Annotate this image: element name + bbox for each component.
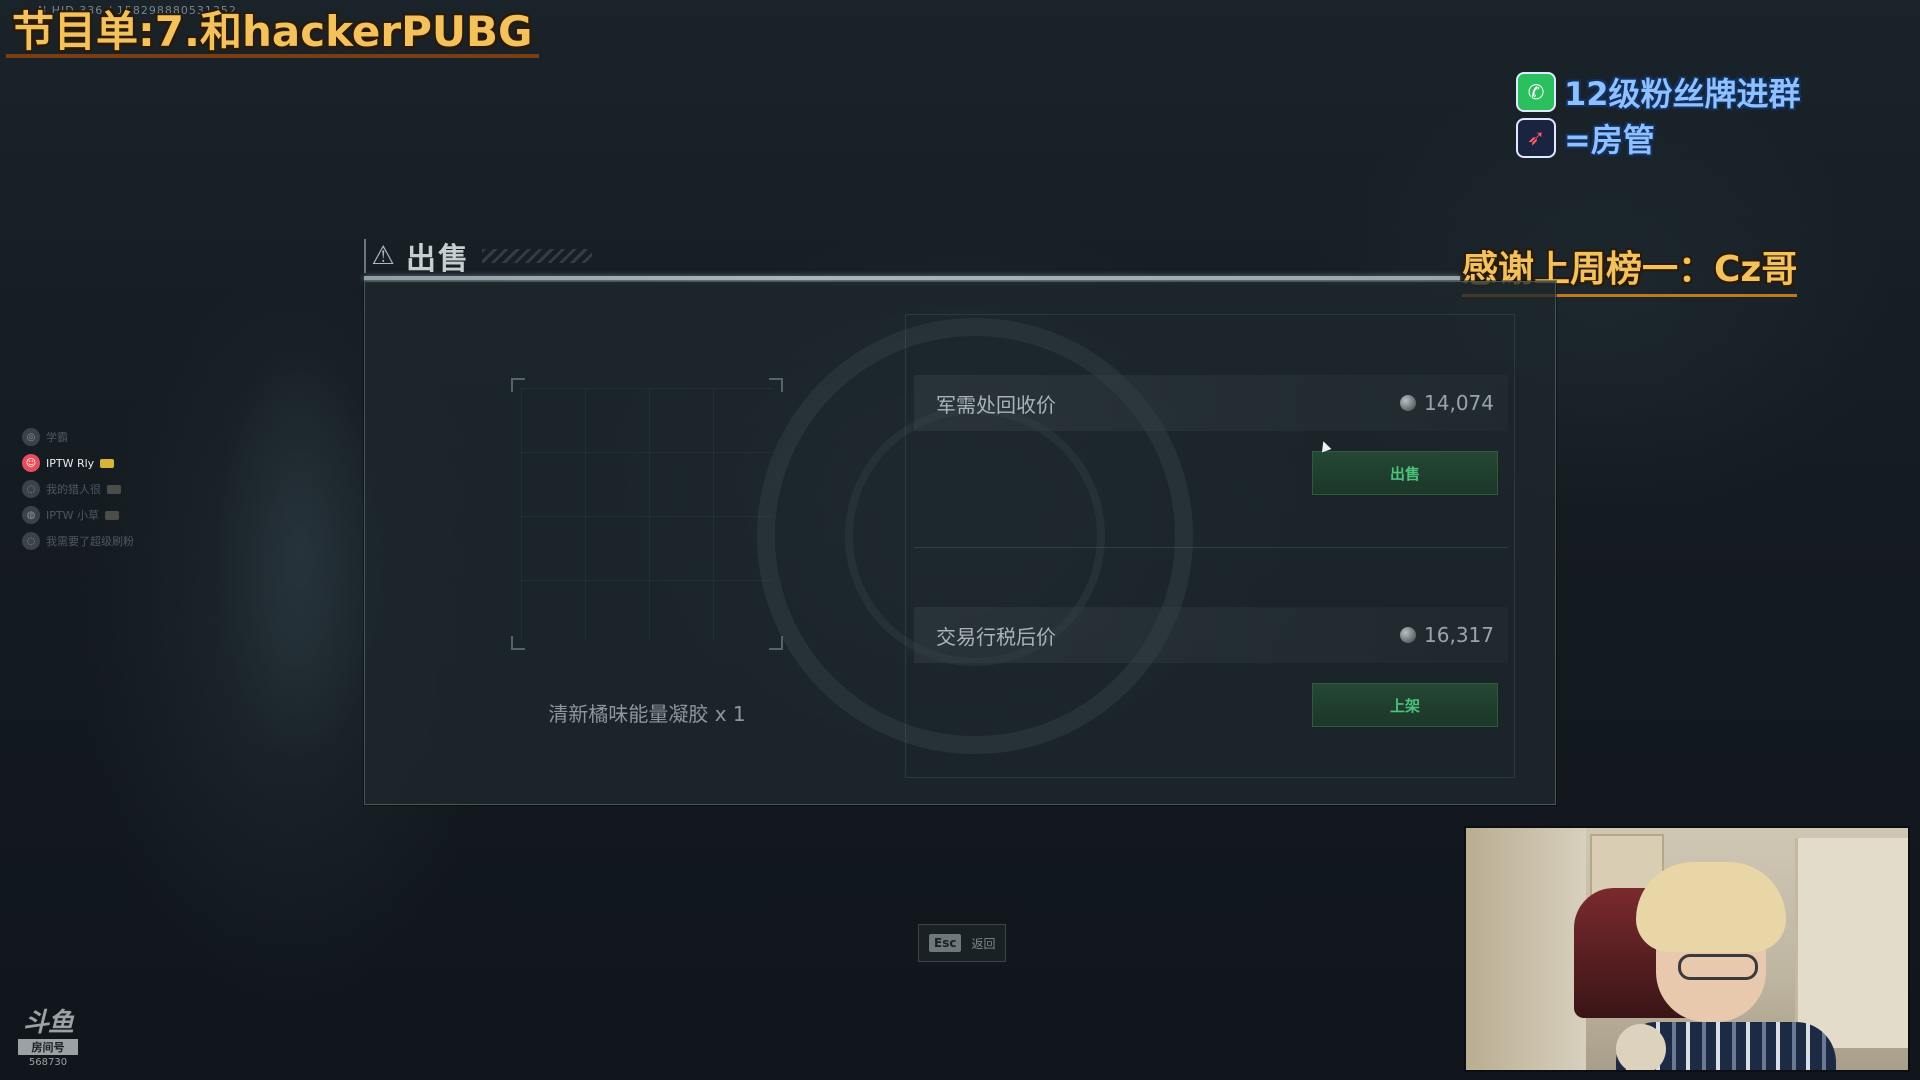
price-panel: 军需处回收价 14,074 出售 交易行税后价 16,317 上架 xyxy=(905,314,1515,778)
frame-corner xyxy=(511,636,525,650)
squad-list: ◎ 学霸 ☺ IPTW Rly ◌ 我的猎人很 ◍ IPTW 小草 ◌ 我需要了… xyxy=(22,424,134,554)
esc-key: Esc xyxy=(929,934,962,952)
recycle-price-value: 14,074 xyxy=(1400,391,1494,415)
item-preview xyxy=(511,378,783,650)
item-grid xyxy=(521,388,773,640)
market-price-value: 16,317 xyxy=(1400,623,1494,647)
header-decoration xyxy=(482,249,592,263)
market-price-label: 交易行税后价 xyxy=(936,625,1056,649)
streamer-hair xyxy=(1636,862,1786,952)
frame-corner xyxy=(769,378,783,392)
douyu-logo: 斗鱼 xyxy=(22,1008,74,1038)
squad-member-name: 我的猎人很 xyxy=(46,483,101,496)
squad-member[interactable]: ◌ 我需要了超级刷粉 xyxy=(22,528,134,554)
squad-member[interactable]: ◌ 我的猎人很 xyxy=(22,476,134,502)
back-hint[interactable]: Esc 返回 xyxy=(918,924,1007,962)
rank-badge xyxy=(107,484,121,494)
sell-button[interactable]: 出售 xyxy=(1312,451,1498,495)
avatar: ◎ xyxy=(22,428,40,446)
market-price-amount: 16,317 xyxy=(1424,623,1494,647)
rocket-icon: ➶ xyxy=(1516,118,1556,158)
frame-corner xyxy=(769,636,783,650)
promo-fan-group-text: 12级粉丝牌进群 xyxy=(1564,75,1801,113)
item-name: 清新橘味能量凝胶 x 1 xyxy=(548,702,746,726)
avatar: ◌ xyxy=(22,532,40,550)
dialog-title: 出售 xyxy=(406,242,470,277)
promo-fan-group: ✆ 12级粉丝牌进群 xyxy=(1516,70,1801,114)
rank-badge xyxy=(104,510,119,520)
recycle-price-row: 军需处回收价 14,074 xyxy=(914,375,1508,431)
divider xyxy=(914,547,1508,548)
coin-icon xyxy=(1400,395,1417,411)
promo-admin-text: =房管 xyxy=(1564,121,1655,159)
recycle-price-label: 军需处回收价 xyxy=(936,393,1056,417)
squad-member[interactable]: ◍ IPTW 小草 xyxy=(22,502,134,528)
room-label: 房间号 xyxy=(18,1039,78,1055)
promo-admin: ➶ =房管 xyxy=(1516,116,1801,160)
squad-member-name: 学霸 xyxy=(46,431,68,444)
microphone xyxy=(1616,1024,1666,1070)
dialog-header: ⚠ 出售 xyxy=(364,232,592,280)
squad-member-name: IPTW Rly xyxy=(46,456,95,470)
coin-icon xyxy=(1400,627,1417,643)
squad-member-name: 我需要了超级刷粉 xyxy=(46,535,134,548)
back-label: 返回 xyxy=(971,936,996,951)
room-number: 568730 xyxy=(28,1057,68,1068)
rank-badge xyxy=(100,458,115,468)
wechat-icon: ✆ xyxy=(1516,72,1556,112)
squad-member[interactable]: ◎ 学霸 xyxy=(22,424,134,450)
webcam-feed xyxy=(1464,826,1910,1072)
glasses xyxy=(1678,954,1758,980)
list-on-market-button[interactable]: 上架 xyxy=(1312,683,1498,727)
frame-corner xyxy=(511,378,525,392)
cam-wall xyxy=(1466,828,1586,1070)
warning-triangle-icon: ⚠ xyxy=(364,239,400,273)
promo-block: ✆ 12级粉丝牌进群 ➶ =房管 xyxy=(1516,70,1801,162)
sell-dialog: 清新橘味能量凝胶 x 1 军需处回收价 14,074 出售 交易行税后价 16,… xyxy=(364,281,1556,805)
douyu-watermark: 斗鱼 房间号 568730 xyxy=(18,1002,78,1068)
squad-member-name: IPTW 小草 xyxy=(46,509,99,522)
squad-member[interactable]: ☺ IPTW Rly xyxy=(22,450,134,476)
avatar: ☺ xyxy=(22,454,40,472)
recycle-price-amount: 14,074 xyxy=(1424,391,1494,415)
program-title: 节目单:7.和hackerPUBG xyxy=(6,6,539,58)
avatar: ◌ xyxy=(22,480,40,498)
avatar: ◍ xyxy=(22,506,40,524)
market-price-row: 交易行税后价 16,317 xyxy=(914,607,1508,663)
